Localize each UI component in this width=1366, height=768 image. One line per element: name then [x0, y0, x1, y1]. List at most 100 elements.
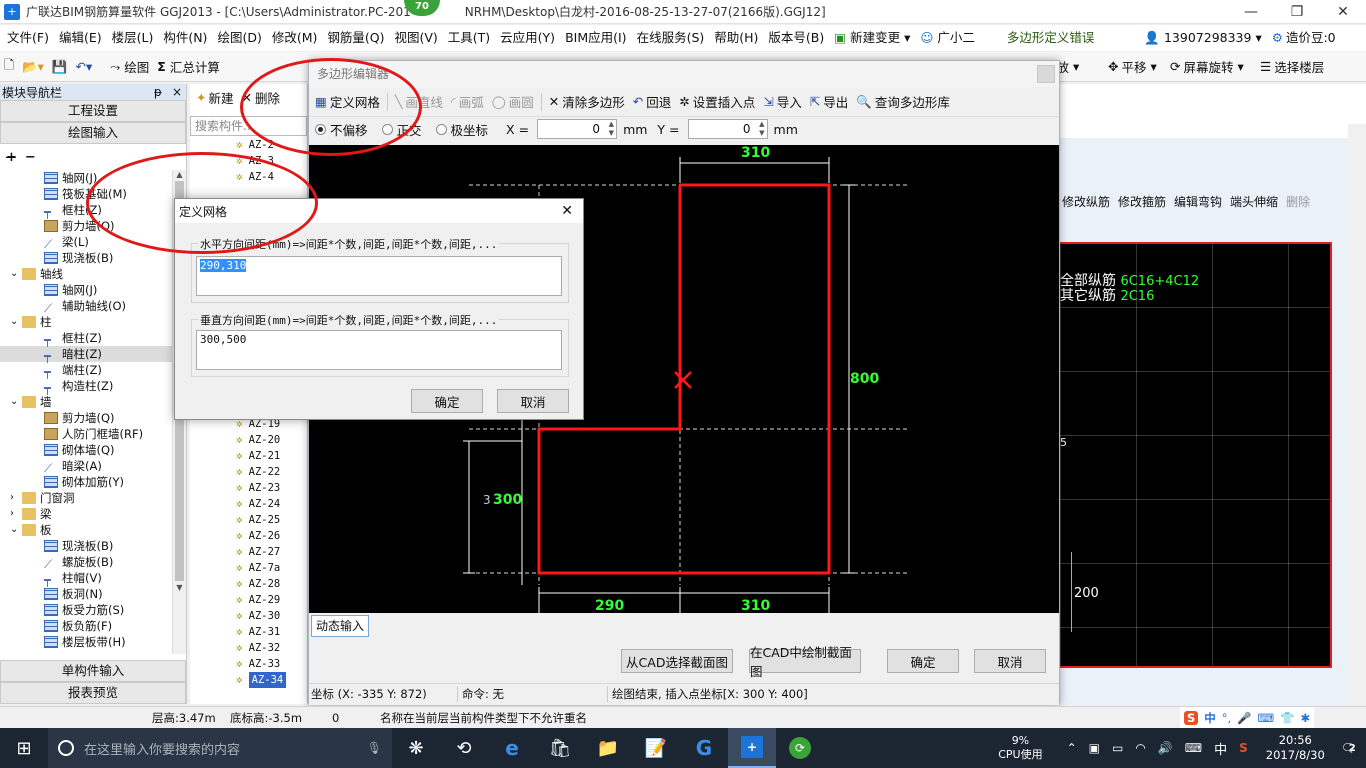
menu-item[interactable]: 帮助(H) [709, 25, 763, 51]
tree-item[interactable]: 人防门框墙(RF) [0, 426, 172, 442]
component-list-item[interactable]: ✲ AZ-31 [190, 624, 308, 640]
scroll-down-icon[interactable]: ▼ [173, 583, 186, 592]
menu-item[interactable]: 在线服务(S) [632, 25, 710, 51]
project-settings-button[interactable]: 工程设置 [0, 100, 186, 122]
dynamic-input-tab[interactable]: 动态输入 [311, 615, 369, 637]
tree-item[interactable]: 轴网(J) [0, 282, 172, 298]
tree-item[interactable]: 筏板基础(M) [0, 186, 172, 202]
tree-item[interactable]: ┯ 端柱(Z) [0, 362, 172, 379]
open-file-icon[interactable]: 📂▾ [18, 53, 48, 81]
tree-toggle-icon[interactable]: ⌄ [10, 314, 22, 330]
task-view-icon[interactable]: ❋ [392, 728, 440, 768]
component-list-item[interactable]: ✲ AZ-7a [190, 560, 308, 576]
green-app-icon[interactable]: ⟳ [776, 728, 824, 768]
tree-item[interactable]: › 梁 [0, 506, 172, 522]
tree-item[interactable]: 剪力墙(Q) [0, 218, 172, 234]
tree-toggle-icon[interactable]: › [10, 506, 22, 522]
export-button[interactable]: ⇱ 导出 [806, 88, 853, 116]
summary-button[interactable]: Σ 汇总计算 [153, 53, 224, 81]
import-button[interactable]: ⇲ 导入 [759, 88, 806, 116]
menu-item[interactable]: 钢筋量(Q) [322, 25, 389, 51]
tree-item[interactable]: ⟋ 螺旋板(B) [0, 554, 172, 571]
component-list-item[interactable]: ✲ AZ-20 [190, 432, 308, 448]
component-list-item[interactable]: ✲ AZ-32 [190, 640, 308, 656]
draw-line-button[interactable]: ╲ 画直线 [391, 88, 447, 116]
menu-item[interactable]: 修改(M) [267, 25, 323, 51]
sogou-tray-icon[interactable]: S [1239, 741, 1248, 755]
component-list-item[interactable]: ✲ AZ-22 [190, 464, 308, 480]
menu-item[interactable]: 文件(F) [2, 25, 54, 51]
from-cad-button[interactable]: 从CAD选择截面图 [621, 649, 733, 673]
wifi-icon[interactable]: ◠ [1135, 741, 1145, 755]
undo-icon[interactable]: ↶▾ [71, 53, 96, 81]
clock[interactable]: 20:56 2017/8/30 [1266, 733, 1325, 763]
right-scrollbar[interactable] [1348, 124, 1366, 704]
tree-item[interactable]: ⌄ 墙 [0, 394, 172, 410]
ime-indicator[interactable]: 中 [1214, 739, 1227, 758]
component-list-item[interactable]: ✲ AZ-24 [190, 496, 308, 512]
tree-item[interactable]: 板负筋(F) [0, 618, 172, 634]
component-list-item[interactable]: ✲ AZ-26 [190, 528, 308, 544]
drawing-input-button[interactable]: 绘图输入 [0, 122, 186, 144]
report-preview-button[interactable]: 报表预览 [0, 682, 186, 704]
ggj-app-icon[interactable]: + [728, 728, 776, 768]
menu-item[interactable]: 编辑(E) [54, 25, 107, 51]
notification-icon[interactable]: 🗨 2 [1341, 741, 1356, 755]
tree-item[interactable]: 砌体加筋(Y) [0, 474, 172, 490]
vertical-spacing-input[interactable]: 300,500 [196, 330, 562, 370]
new-file-icon[interactable]: 🗋 [0, 53, 18, 81]
glodon-g-icon[interactable]: G [680, 728, 728, 768]
component-list-item[interactable]: ✲ AZ-23 [190, 480, 308, 496]
tree-item[interactable]: ┯ 框柱(Z) [0, 330, 172, 347]
single-input-button[interactable]: 单构件输入 [0, 660, 186, 682]
tray-chevron-icon[interactable]: ⌃ [1067, 741, 1077, 755]
tree-item[interactable]: ⌄ 板 [0, 522, 172, 538]
rebar-tool-button[interactable]: 修改纵筋 [1058, 193, 1114, 210]
set-insert-point-button[interactable]: ✲ 设置插入点 [675, 88, 759, 116]
rebar-tool-button[interactable]: 修改箍筋 [1114, 193, 1170, 210]
save-icon[interactable]: 💾 [48, 53, 72, 81]
tree-toggle-icon[interactable]: › [10, 490, 22, 506]
menu-item[interactable]: 楼层(L) [107, 25, 159, 51]
y-input[interactable]: 0 ▲ ▼ [687, 119, 768, 139]
select-floor-button[interactable]: ☰ 选择楼层 [1256, 53, 1328, 81]
ortho-radio[interactable] [381, 123, 393, 135]
component-list-item[interactable]: ✲ AZ-3 [190, 153, 307, 169]
tree-item[interactable]: ⌄ 轴线 [0, 266, 172, 282]
expand-all-icon[interactable]: +̶ [6, 150, 17, 165]
rebar-tool-button[interactable]: 编辑弯钩 [1170, 193, 1226, 210]
cpu-usage[interactable]: 9% CPU使用 [998, 734, 1042, 762]
battery-icon[interactable]: ▭ [1112, 741, 1123, 755]
tree-item[interactable]: ┯ 框柱(Z) [0, 202, 172, 219]
user-account[interactable]: 👤 13907298339 ▾ [1139, 25, 1266, 51]
price-bean[interactable]: ⚙ 造价豆:0 [1267, 25, 1341, 51]
component-list-item[interactable]: ✲ AZ-4 [190, 169, 307, 185]
tree-item[interactable]: 板洞(N) [0, 586, 172, 602]
ime-toolbar[interactable]: S 中 °, 🎤 ⌨ 👕 ✱ [1180, 707, 1315, 729]
tree-toggle-icon[interactable]: ⌄ [10, 266, 22, 282]
volume-icon[interactable]: 🔊 [1158, 741, 1173, 755]
tree-item[interactable]: › 门窗洞 [0, 490, 172, 506]
polygon-editor-close-icon[interactable] [1037, 65, 1055, 83]
rebar-tool-button[interactable]: 删除 [1282, 193, 1314, 210]
tree-item[interactable]: 轴网(J) [0, 170, 172, 186]
keyboard-tray-icon[interactable]: ⌨ [1185, 741, 1202, 755]
tree-item[interactable]: ┯ 构造柱(Z) [0, 378, 172, 395]
taskbar-search-box[interactable]: 在这里输入你要搜索的内容 🎙 [48, 728, 392, 768]
close-button[interactable]: ✕ [1320, 0, 1366, 24]
start-button[interactable]: ⊞ [0, 728, 48, 768]
menu-item[interactable]: 云应用(Y) [495, 25, 560, 51]
pin-icon[interactable]: ᵽ [154, 85, 162, 99]
browser360-icon[interactable]: ⟲ [440, 728, 488, 768]
menu-item[interactable]: 版本号(B) [763, 25, 829, 51]
draw-circle-button[interactable]: ◯ 画圆 [488, 88, 538, 116]
define-grid-button[interactable]: ▦ 定义网格 [311, 88, 384, 116]
poly-cancel-button[interactable]: 取消 [974, 649, 1046, 673]
tree-item[interactable]: ⟋ 辅助轴线(O) [0, 298, 172, 315]
nav-close-icon[interactable]: × [172, 85, 182, 99]
tree-item[interactable]: ┯ 柱帽(V) [0, 570, 172, 587]
query-library-button[interactable]: 🔍 查询多边形库 [852, 88, 954, 116]
tray-app-icon[interactable]: ▣ [1089, 741, 1100, 755]
tree-item[interactable]: 现浇板(B) [0, 538, 172, 554]
grid-ok-button[interactable]: 确定 [411, 389, 483, 413]
